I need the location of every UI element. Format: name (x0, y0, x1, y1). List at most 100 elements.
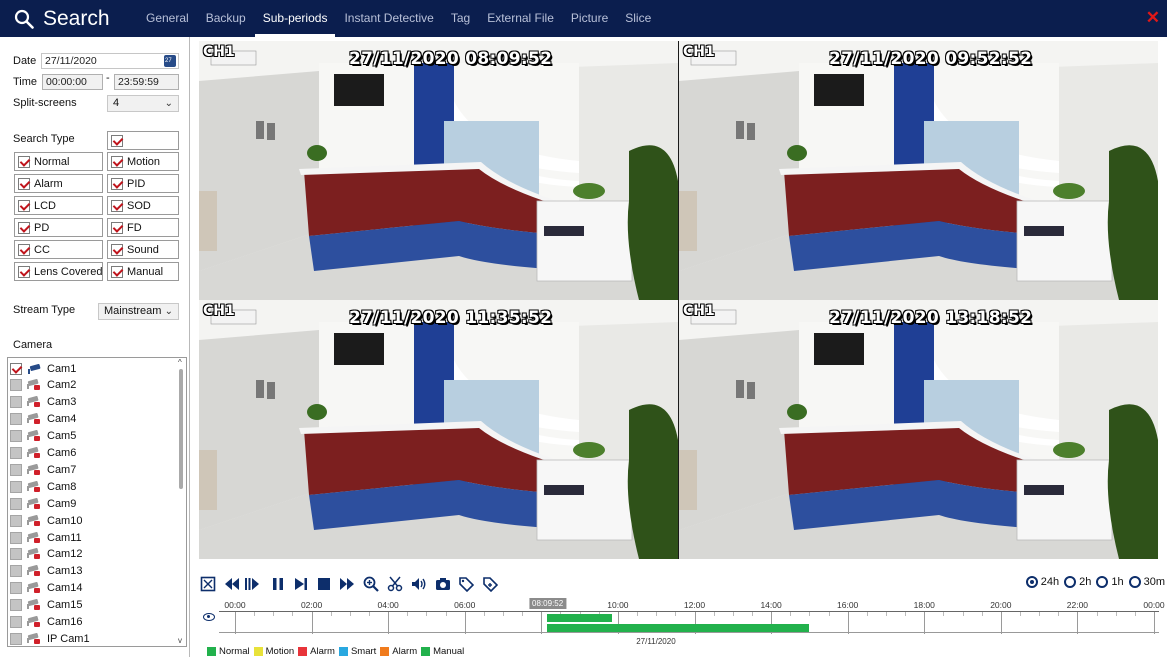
tab-external-file[interactable]: External File (487, 0, 554, 37)
camera-checkbox[interactable] (10, 463, 22, 476)
camera-item[interactable]: Cam5 (10, 428, 76, 445)
camera-list-scrollbar[interactable]: ^ v (178, 359, 185, 645)
camera-checkbox[interactable] (10, 379, 22, 392)
camera-checkbox[interactable] (10, 413, 22, 426)
camera-checkbox[interactable] (10, 531, 22, 544)
volume-icon[interactable] (410, 575, 428, 593)
tag-icon[interactable] (457, 575, 475, 593)
next-frame-icon[interactable] (292, 575, 310, 593)
search-type-motion[interactable]: Motion (107, 152, 179, 171)
search-type-lens-covered[interactable]: Lens Covered (14, 262, 103, 281)
camera-checkbox[interactable] (10, 396, 22, 409)
camera-item[interactable]: Cam6 (10, 445, 76, 462)
date-field[interactable]: 27/11/2020 (41, 53, 179, 69)
camera-checkbox[interactable] (10, 582, 22, 595)
camera-checkbox[interactable] (10, 565, 22, 578)
camera-item[interactable]: Cam14 (10, 580, 82, 597)
camera-checkbox[interactable] (10, 548, 22, 561)
camera-item[interactable]: Cam8 (10, 478, 76, 495)
camera-checkbox[interactable] (10, 497, 22, 510)
search-type-pd[interactable]: PD (14, 218, 103, 237)
search-type-cc[interactable]: CC (14, 240, 103, 259)
range-30m-radio[interactable] (1128, 576, 1141, 588)
search-type-pid[interactable]: PID (107, 174, 179, 193)
camera-item[interactable]: Cam2 (10, 377, 76, 394)
fullscreen-icon[interactable] (199, 575, 217, 593)
camera-checkbox[interactable] (10, 632, 22, 645)
camera-item[interactable]: Cam7 (10, 461, 76, 478)
range-1h-radio[interactable] (1096, 576, 1109, 588)
eye-icon[interactable] (203, 613, 215, 621)
split-screens-select[interactable]: 4 ⌄ (107, 95, 179, 112)
add-tag-icon[interactable] (481, 575, 499, 593)
zoom-icon[interactable] (362, 575, 380, 593)
clip-icon[interactable] (386, 575, 404, 593)
tab-picture[interactable]: Picture (571, 0, 608, 37)
tab-general[interactable]: General (146, 0, 189, 37)
camera-checkbox[interactable] (10, 447, 22, 459)
tab-sub-periods[interactable]: Sub-periods (254, 0, 336, 37)
timeline[interactable]: 00:00 02:00 04:00 06:00 10:00 12:00 14:00 16:00… (199, 597, 1165, 647)
search-type-sound[interactable]: Sound (107, 240, 179, 259)
search-type-lcd[interactable]: LCD (14, 196, 103, 215)
stream-type-label: Stream Type (13, 304, 76, 316)
camera-checkbox[interactable] (10, 599, 22, 612)
close-icon[interactable]: ✕ (1146, 9, 1160, 26)
camera-item[interactable]: Cam10 (10, 512, 82, 529)
camera-list[interactable]: Cam1 Cam2 Cam3 Cam4 Cam5 Cam6 Cam7 Cam8 Cam9 Cam1… (7, 357, 187, 647)
range-2h-radio[interactable] (1064, 576, 1077, 588)
camera-checkbox[interactable] (10, 514, 22, 527)
time-start-field[interactable]: 00:00:00 (42, 74, 103, 90)
rewind-icon[interactable] (223, 575, 241, 593)
camera-item[interactable]: Cam9 (10, 495, 76, 512)
camera-item[interactable]: Cam16 (10, 614, 82, 631)
calendar-icon[interactable] (164, 55, 176, 67)
video-cell[interactable]: CH1 27/11/2020 11:35:52 (199, 300, 678, 559)
pause-icon[interactable] (269, 575, 287, 593)
range-1h-label[interactable]: 1h (1111, 576, 1123, 588)
stream-type-select[interactable]: Mainstream ⌄ (98, 303, 179, 320)
search-type-manual[interactable]: Manual (107, 262, 179, 281)
range-24h-radio[interactable] (1025, 576, 1038, 588)
snapshot-icon[interactable] (434, 575, 452, 593)
scroll-down-icon[interactable]: v (178, 637, 182, 645)
tab-tag[interactable]: Tag (451, 0, 470, 37)
camera-item[interactable]: Cam3 (10, 394, 76, 411)
camera-checkbox[interactable] (10, 430, 22, 443)
stop-icon[interactable] (315, 575, 333, 593)
camera-checkbox[interactable] (10, 616, 22, 628)
scroll-up-icon[interactable]: ^ (178, 359, 182, 367)
search-type-alarm[interactable]: Alarm (14, 174, 103, 193)
timeline-tick-label: 20:00 (990, 600, 1012, 610)
camera-item[interactable]: Cam15 (10, 597, 82, 614)
tab-instant-detective[interactable]: Instant Detective (344, 0, 433, 37)
camera-item[interactable]: Cam1 (10, 360, 76, 377)
time-end-field[interactable]: 23:59:59 (114, 74, 179, 90)
camera-item[interactable]: Cam12 (10, 546, 82, 563)
timeline-track[interactable] (219, 611, 1159, 634)
camera-checkbox[interactable] (10, 480, 22, 493)
video-cell[interactable]: CH1 27/11/2020 08:09:52 (199, 41, 678, 300)
range-24h-label[interactable]: 24h (1041, 576, 1059, 588)
range-2h-label[interactable]: 2h (1079, 576, 1091, 588)
tab-backup[interactable]: Backup (206, 0, 246, 37)
camera-item[interactable]: IP Cam1 (10, 630, 90, 646)
video-cell[interactable]: CH1 27/11/2020 09:52:52 (679, 41, 1158, 300)
search-type-normal[interactable]: Normal (14, 152, 103, 171)
camera-item[interactable]: Cam4 (10, 411, 76, 428)
camera-item[interactable]: Cam13 (10, 563, 82, 580)
tab-slice[interactable]: Slice (625, 0, 651, 37)
camera-item[interactable]: Cam11 (10, 529, 82, 546)
timeline-gridline (445, 612, 447, 616)
search-type-fd[interactable]: FD (107, 218, 179, 237)
fast-forward-icon[interactable] (338, 575, 356, 593)
video-cell[interactable]: CH1 27/11/2020 13:18:52 (679, 300, 1158, 559)
search-type-all-checkbox[interactable] (107, 131, 179, 150)
range-30m-label[interactable]: 30m (1144, 576, 1165, 588)
step-play-icon[interactable] (243, 575, 261, 593)
recording-segment[interactable] (547, 624, 810, 632)
search-type-sod[interactable]: SOD (107, 196, 179, 215)
camera-checkbox[interactable] (10, 362, 22, 375)
recording-segment[interactable] (547, 614, 613, 622)
scrollbar-thumb[interactable] (179, 369, 183, 489)
